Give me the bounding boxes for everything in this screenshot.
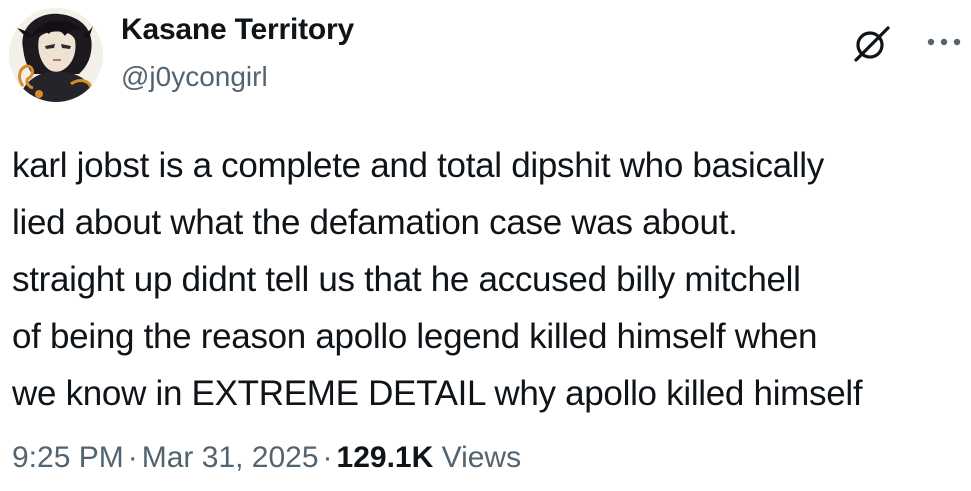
meta-separator: · (322, 441, 333, 474)
meta-separator: · (127, 441, 138, 474)
views-label: Views (441, 441, 522, 474)
tweet-date: Mar 31, 2025 (141, 441, 319, 474)
tweet-text-line: karl jobst is a complete and total dipsh… (12, 146, 824, 185)
author-display-name[interactable]: Kasane Territory (121, 11, 354, 49)
tweet-meta: 9:25 PM · Mar 31, 2025 · 129.1K Views (12, 438, 521, 478)
more-icon[interactable] (922, 22, 966, 62)
avatar[interactable] (9, 8, 103, 102)
tweet-text-line: we know in EXTREME DETAIL why apollo kil… (12, 374, 863, 413)
avatar-illustration (9, 8, 103, 102)
views-count[interactable]: 129.1K (337, 441, 434, 474)
timestamp-link[interactable]: 9:25 PM · Mar 31, 2025 (12, 441, 319, 474)
grok-icon[interactable] (852, 24, 892, 64)
tweet-time: 9:25 PM (12, 441, 124, 474)
tweet-card: Kasane Territory @j0ycongirl karl jobst … (0, 0, 971, 491)
tweet-text-line: lied about what the defamation case was … (12, 203, 738, 242)
author-handle[interactable]: @j0ycongirl (121, 59, 268, 95)
tweet-text-line: of being the reason apollo legend killed… (12, 317, 818, 356)
tweet-text: karl jobst is a complete and total dipsh… (12, 137, 967, 422)
tweet-text-line: straight up didnt tell us that he accuse… (12, 260, 801, 299)
